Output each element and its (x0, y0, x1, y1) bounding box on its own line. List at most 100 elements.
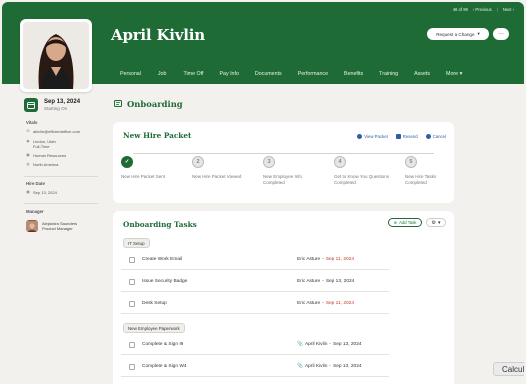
task-name: Issue Security Badge (142, 279, 188, 284)
tab-more[interactable]: More ▾ (446, 71, 462, 77)
eye-icon (357, 134, 363, 139)
hire-date-text: Sep 13, 2024 (33, 190, 57, 195)
task-due-date: Sep 13, 2024 (333, 364, 362, 369)
task-row[interactable]: Issue Security Badge Eric Asture - Sep 1… (121, 272, 389, 292)
step-5: 5 New Hire Tasks Completed (405, 156, 449, 185)
step-5-number: 5 (405, 156, 417, 168)
task-due-date: Sep 13, 2024 (333, 342, 362, 347)
progress-track (133, 153, 434, 154)
start-date: Sep 13, 2024 (44, 99, 81, 105)
calendar-icon (24, 98, 38, 112)
step-4-label: Get to Know You Questions Completed (334, 174, 390, 185)
request-change-button[interactable]: Request a Change ▾ (427, 28, 489, 40)
department-icon: ▣ (26, 153, 30, 157)
app-window: 46 of 99 ‹ Previous | Next › April Kivli… (2, 2, 524, 384)
attachment-icon: 📎 (297, 364, 303, 369)
group-it-setup: IT Setup (123, 238, 150, 248)
profile-sidebar: Sep 13, 2024 Starting On (24, 98, 104, 112)
task-assignee-name: Eric Asture (297, 257, 321, 262)
cancel-label: Cancel (432, 134, 446, 139)
chevron-down-icon: ▾ (437, 219, 441, 226)
location-icon: ◉ (26, 139, 30, 143)
sidebar-divider (24, 203, 98, 204)
task-settings-button[interactable]: ⚙ ▾ (426, 218, 446, 227)
task-checkbox[interactable] (129, 278, 135, 285)
tab-performance[interactable]: Performance (298, 71, 328, 77)
task-checkbox[interactable] (129, 300, 135, 307)
task-checkbox[interactable] (129, 341, 135, 348)
attachment-icon: 📎 (297, 342, 303, 347)
tab-time-off[interactable]: Time Off (183, 71, 203, 77)
cancel-link[interactable]: Cancel (425, 134, 446, 139)
onboarding-title-text: Onboarding (127, 99, 183, 109)
hire-date-heading: Hire Date (26, 181, 45, 186)
manager-title: Product Manager (42, 226, 73, 231)
step-4-number: 4 (334, 156, 346, 168)
task-checkbox[interactable] (129, 256, 135, 263)
start-date-label: Starting On (44, 106, 68, 111)
task-checkbox[interactable] (129, 363, 135, 370)
previous-label: Previous (475, 7, 492, 12)
vital-email-text: akivlin@efficientoffice.com (33, 129, 81, 134)
vital-email[interactable]: ✉ akivlin@efficientoffice.com (26, 129, 80, 134)
task-name: Create Work Email (142, 257, 183, 262)
task-row[interactable]: Complete & Sign I9 📎 April Kivlin - Sep 1… (121, 335, 389, 355)
tab-training[interactable]: Training (379, 71, 398, 77)
calculator-button[interactable]: Calcula (493, 362, 524, 376)
task-name: Complete & Sign W4 (142, 364, 187, 369)
step-3-label: New Employee Info Completed (263, 174, 303, 185)
vital-department-text: Human Resources (33, 153, 67, 158)
task-assignee: 📎 April Kivlin - Sep 13, 2024 (297, 364, 362, 369)
onboarding-section-title: Onboarding (114, 99, 183, 109)
tab-more-label: More (446, 71, 459, 77)
calendar-small-icon: ▦ (26, 190, 30, 194)
step-3-number: 3 (263, 156, 275, 168)
globe-icon: ◍ (26, 162, 30, 166)
vital-location: ◉ Lindon, Utah Full-Time (26, 139, 55, 150)
step-1: ✓ New Hire Packet Sent (121, 156, 181, 180)
task-name: Desk Setup (142, 301, 167, 306)
step-4: 4 Get to Know You Questions Completed (334, 156, 394, 185)
step-2-number: 2 (192, 156, 204, 168)
onboarding-icon (114, 99, 122, 109)
tab-personal[interactable]: Personal (120, 71, 141, 77)
view-packet-label: View Packet (364, 134, 388, 139)
add-task-label: Add Task (399, 220, 417, 225)
profile-tabs: Personal Job Time Off Pay Info Documents… (112, 71, 462, 77)
more-actions-button[interactable]: ··· (493, 28, 509, 40)
step-1-label: New Hire Packet Sent (121, 174, 166, 179)
profile-photo-image (23, 22, 89, 89)
step-3: 3 New Employee Info Completed (263, 156, 323, 185)
request-change-label: Request a Change (436, 31, 475, 37)
task-row[interactable]: Complete & Sign W4 📎 April Kivlin - Sep 1… (121, 357, 389, 377)
task-assignee-name: Eric Asture (297, 279, 321, 284)
manager-card[interactable]: Alejandra Saunders Product Manager (26, 220, 77, 232)
employee-name: April Kivlin (111, 26, 206, 44)
vitals-heading: Vitals (26, 120, 38, 125)
resend-link[interactable]: Resend (395, 134, 418, 139)
task-row[interactable]: Desk Setup Eric Asture - Sep 11, 2024 (121, 294, 389, 314)
tab-pay-info[interactable]: Pay Info (219, 71, 238, 77)
step-2: 2 New Hire Packet Viewed (192, 156, 252, 180)
tab-job[interactable]: Job (158, 71, 167, 77)
plus-icon: ⊕ (393, 220, 398, 225)
task-row[interactable]: Create Work Email Eric Asture - Sep 11, … (121, 250, 389, 270)
tab-documents[interactable]: Documents (255, 71, 282, 77)
add-task-button[interactable]: ⊕ Add Task (388, 218, 422, 227)
packet-title: New Hire Packet (123, 131, 192, 140)
task-due-date: Sep 11, 2024 (325, 301, 354, 306)
group-new-employee-paperwork: New Employee Paperwork (123, 323, 185, 333)
view-packet-link[interactable]: View Packet (357, 134, 388, 139)
task-assignee-name: April Kivlin (304, 342, 328, 347)
tab-benefits[interactable]: Benefits (344, 71, 363, 77)
tab-assets[interactable]: Assets (414, 71, 430, 77)
step-5-label: New Hire Tasks Completed (405, 174, 437, 185)
previous-link[interactable]: ‹ Previous (473, 7, 492, 12)
hire-date-row: ▦ Sep 13, 2024 (26, 190, 57, 195)
task-assignee: Eric Asture - Sep 11, 2024 (297, 257, 354, 262)
vital-region-text: North America (33, 162, 59, 167)
cancel-icon (425, 134, 431, 139)
envelope-icon (395, 134, 401, 139)
next-link[interactable]: Next › (503, 7, 514, 12)
task-due-date: Sep 11, 2024 (325, 257, 354, 262)
